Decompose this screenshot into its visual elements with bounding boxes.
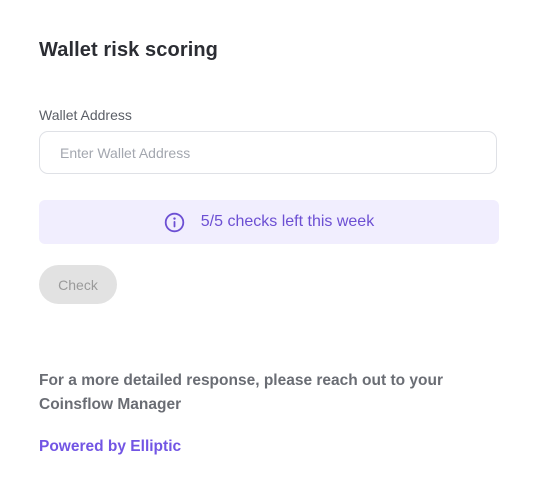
wallet-address-label: Wallet Address — [39, 107, 132, 123]
wallet-risk-scoring-panel: Wallet risk scoring Wallet Address 5/5 c… — [0, 0, 538, 486]
detailed-response-note: For a more detailed response, please rea… — [39, 372, 443, 413]
wallet-address-input[interactable] — [39, 131, 497, 174]
info-icon — [164, 212, 185, 233]
check-button[interactable]: Check — [39, 265, 117, 304]
page-title: Wallet risk scoring — [39, 39, 218, 61]
powered-by-elliptic-link[interactable]: Powered by Elliptic — [39, 438, 181, 456]
checks-remaining-notice: 5/5 checks left this week — [39, 200, 499, 244]
checks-remaining-text: 5/5 checks left this week — [200, 213, 375, 230]
